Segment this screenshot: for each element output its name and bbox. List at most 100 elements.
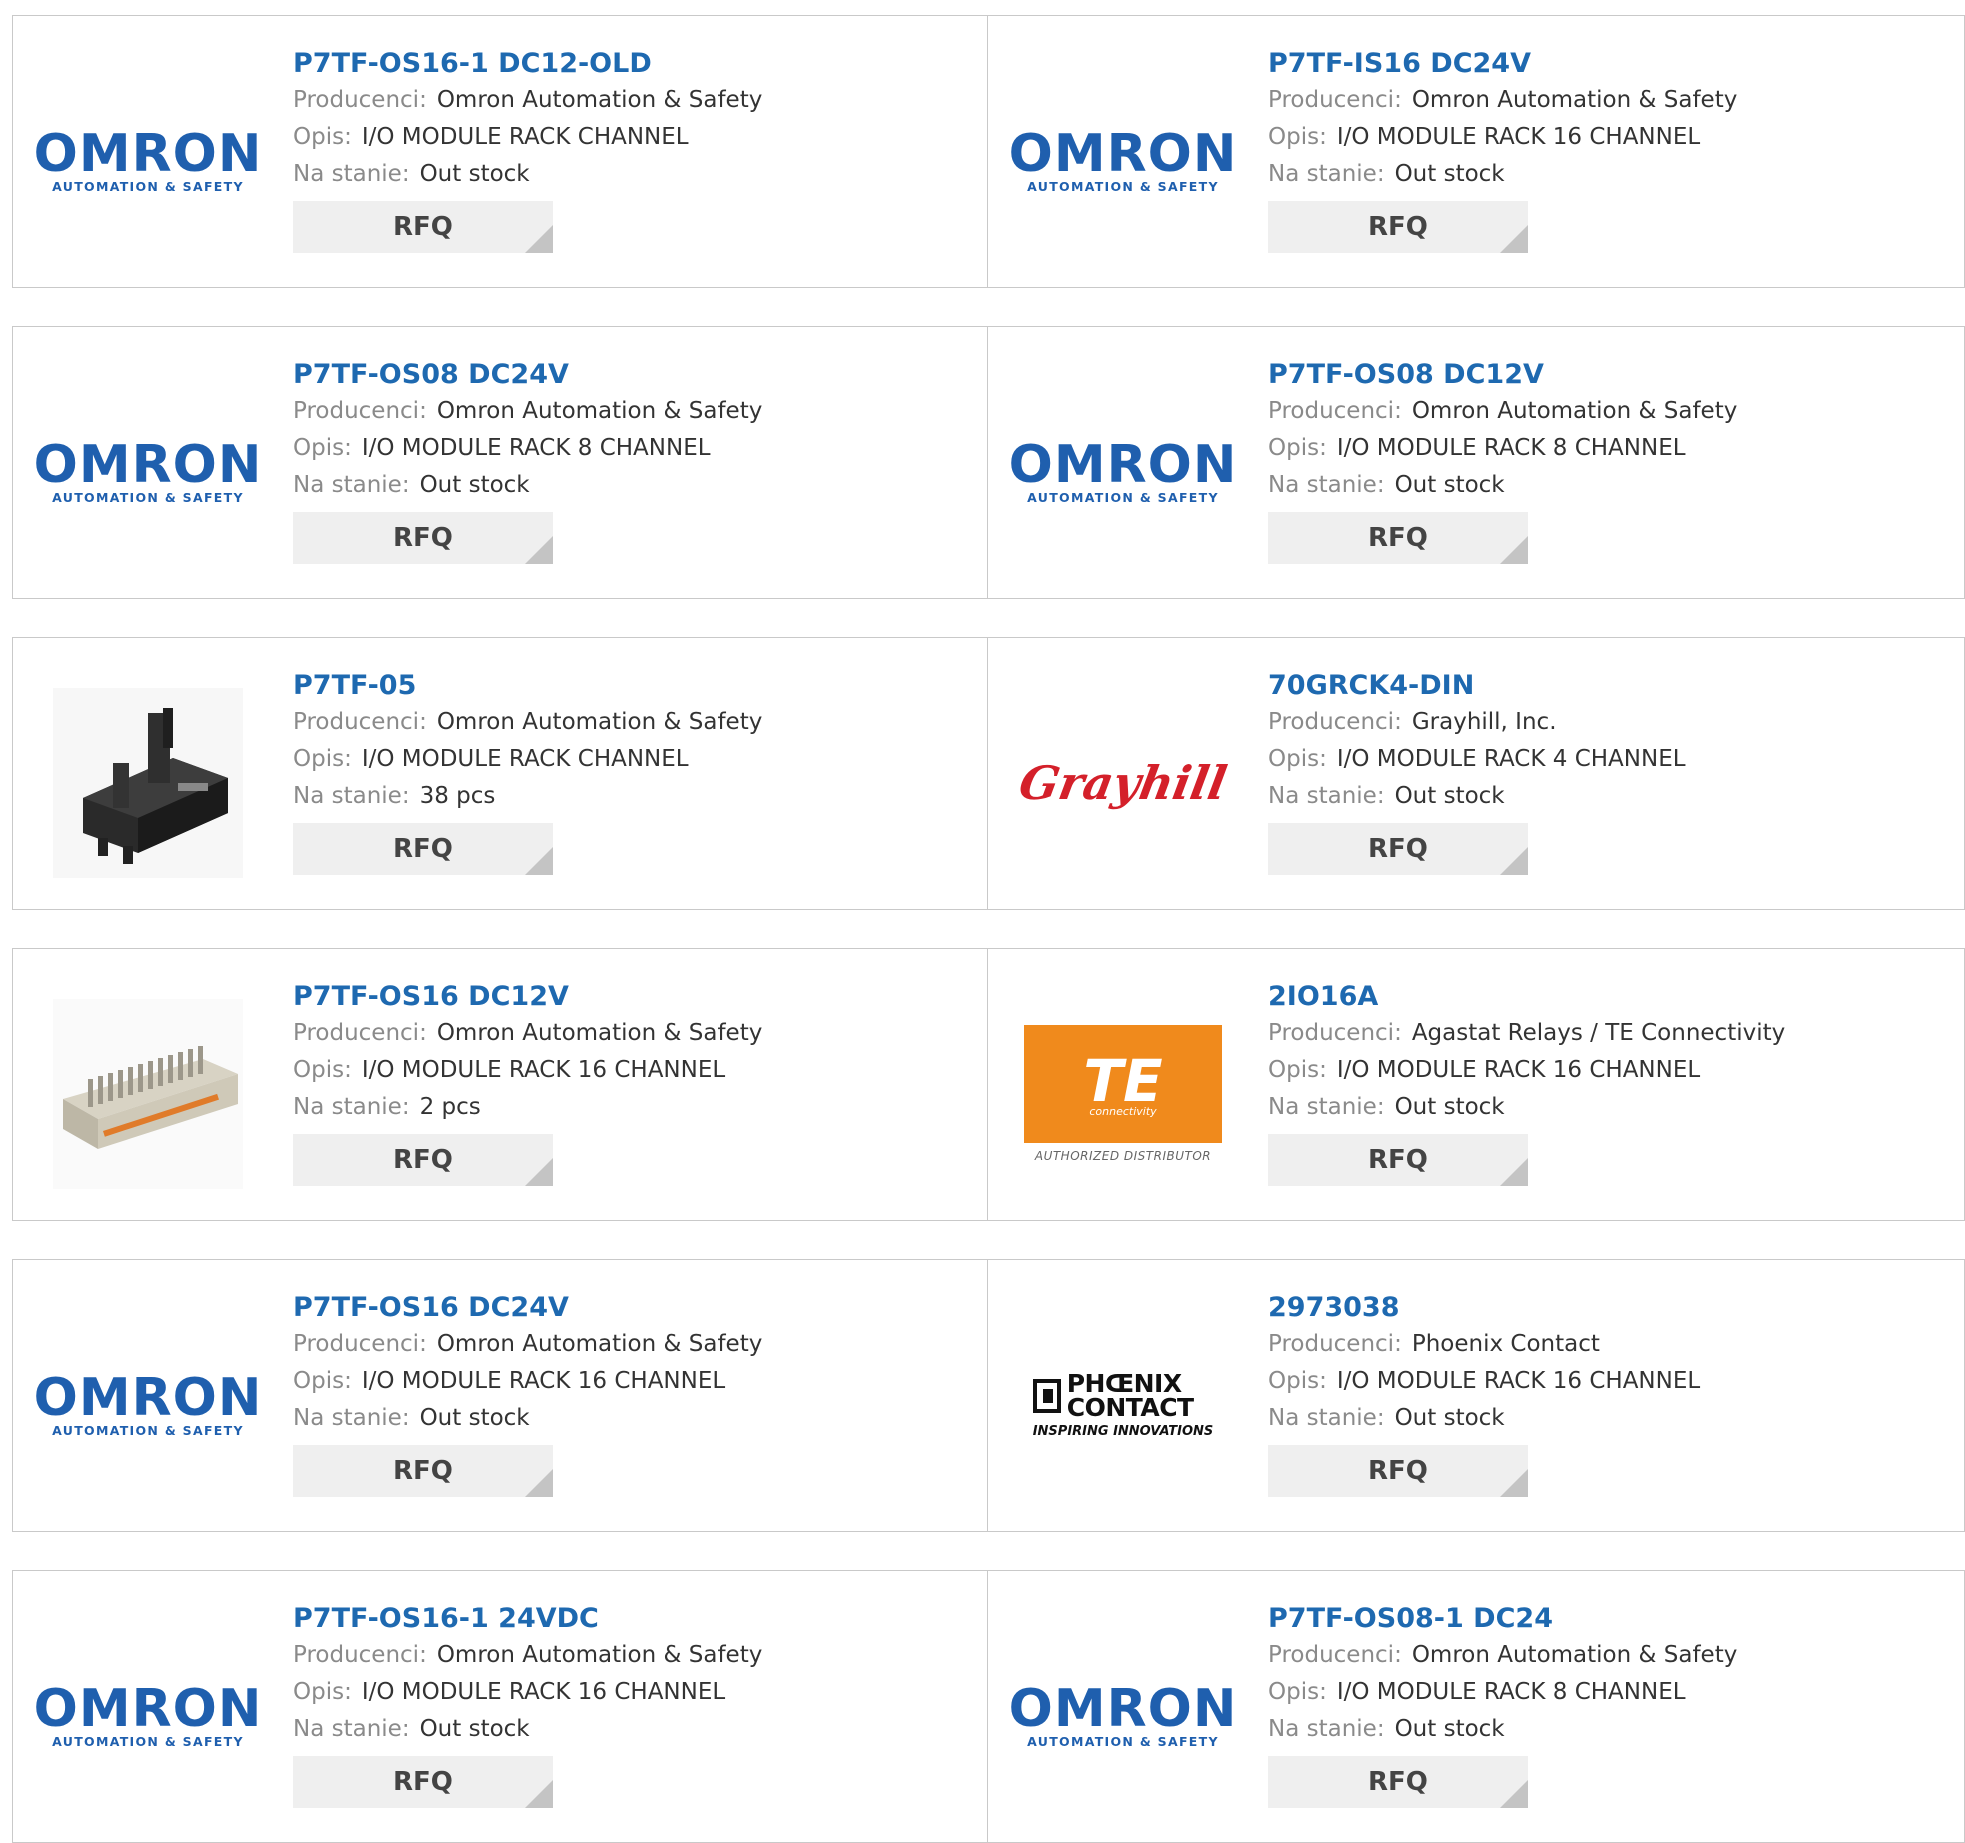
description-row: Opis: I/O MODULE RACK 16 CHANNEL	[1268, 119, 1944, 156]
stock-value: 2 pcs	[419, 1094, 481, 1120]
rfq-button-label: RFQ	[393, 1767, 453, 1797]
omron-logo-tagline: AUTOMATION & SAFETY	[52, 1733, 244, 1749]
manufacturer-label: Producenci:	[293, 709, 427, 735]
description-label: Opis:	[1268, 124, 1327, 150]
manufacturer-row: Producenci: Omron Automation & Safety	[1268, 1637, 1944, 1674]
manufacturer-value: Omron Automation & Safety	[1411, 1642, 1738, 1668]
product-image: OMRON AUTOMATION & SAFETY	[1009, 1616, 1237, 1816]
omron-logo: OMRON AUTOMATION & SAFETY	[1009, 439, 1238, 505]
product-card: OMRON AUTOMATION & SAFETY P7TF-OS16-1 DC…	[12, 15, 990, 288]
product-title-link[interactable]: P7TF-OS16 DC24V	[293, 1290, 969, 1326]
rfq-button-label: RFQ	[393, 212, 453, 242]
corner-triangle-icon	[1500, 1469, 1528, 1497]
rfq-button[interactable]: RFQ	[1268, 1756, 1528, 1808]
description-label: Opis:	[293, 1057, 352, 1083]
manufacturer-label: Producenci:	[293, 398, 427, 424]
corner-triangle-icon	[525, 1780, 553, 1808]
description-value: I/O MODULE RACK 16 CHANNEL	[361, 1057, 726, 1083]
description-label: Opis:	[293, 1368, 352, 1394]
description-value: I/O MODULE RACK CHANNEL	[361, 746, 689, 772]
rfq-button-label: RFQ	[1368, 212, 1428, 242]
product-title-link[interactable]: 2IO16A	[1268, 979, 1944, 1015]
product-title-link[interactable]: 70GRCK4-DIN	[1268, 668, 1944, 704]
description-value: I/O MODULE RACK 16 CHANNEL	[361, 1679, 726, 1705]
rfq-button[interactable]: RFQ	[293, 1756, 553, 1808]
product-title-link[interactable]: P7TF-OS16-1 DC12-OLD	[293, 46, 969, 82]
rfq-button[interactable]: RFQ	[293, 512, 553, 564]
product-card: OMRON AUTOMATION & SAFETY P7TF-OS16 DC24…	[12, 1259, 990, 1532]
omron-logo: OMRON AUTOMATION & SAFETY	[1008, 123, 1238, 194]
manufacturer-row: Producenci: Omron Automation & Safety	[293, 1637, 969, 1674]
rfq-button-label: RFQ	[393, 523, 453, 553]
product-title-link[interactable]: P7TF-05	[293, 668, 969, 704]
rfq-button[interactable]: RFQ	[293, 1445, 553, 1497]
rfq-button[interactable]: RFQ	[1268, 1134, 1528, 1186]
manufacturer-value: Phoenix Contact	[1411, 1331, 1600, 1357]
product-title-link[interactable]: 2973038	[1268, 1290, 1944, 1326]
description-row: Opis: I/O MODULE RACK 16 CHANNEL	[1268, 1052, 1944, 1089]
product-title-link[interactable]: P7TF-OS08-1 DC24	[1268, 1601, 1944, 1637]
manufacturer-label: Producenci:	[293, 1642, 427, 1668]
rfq-button[interactable]: RFQ	[1268, 1445, 1528, 1497]
rfq-button[interactable]: RFQ	[1268, 201, 1528, 253]
rfq-button[interactable]: RFQ	[1268, 823, 1528, 875]
stock-row: Na stanie: Out stock	[293, 1400, 969, 1437]
manufacturer-label: Producenci:	[1268, 709, 1402, 735]
description-label: Opis:	[293, 746, 352, 772]
phoenix-logo-line2: CONTACT	[1066, 1392, 1194, 1422]
omron-logo-tagline: AUTOMATION & SAFETY	[1027, 178, 1219, 194]
phoenix-mark-icon	[1032, 1378, 1061, 1413]
corner-triangle-icon	[525, 847, 553, 875]
rfq-button[interactable]: RFQ	[293, 201, 553, 253]
stock-label: Na stanie:	[1268, 1094, 1385, 1120]
stock-row: Na stanie: Out stock	[293, 156, 969, 193]
omron-logo-tagline: AUTOMATION & SAFETY	[52, 1422, 244, 1438]
omron-logo-tagline: AUTOMATION & SAFETY	[1027, 489, 1219, 505]
product-image: OMRON AUTOMATION & SAFETY	[1009, 372, 1237, 572]
product-title-link[interactable]: P7TF-OS08 DC12V	[1268, 357, 1944, 393]
rfq-button-label: RFQ	[1368, 523, 1428, 553]
product-title-link[interactable]: P7TF-OS08 DC24V	[293, 357, 969, 393]
io-rack-photo	[53, 999, 243, 1189]
omron-logo-word: OMRON	[1008, 123, 1238, 184]
product-title-link[interactable]: P7TF-IS16 DC24V	[1268, 46, 1944, 82]
manufacturer-label: Producenci:	[293, 87, 427, 113]
product-image: PHŒNIX CONTACT INSPIRING INNOVATIONS	[1023, 1305, 1223, 1505]
stock-row: Na stanie: Out stock	[293, 1711, 969, 1748]
description-label: Opis:	[293, 435, 352, 461]
stock-value: Out stock	[1394, 1716, 1505, 1742]
description-row: Opis: I/O MODULE RACK 16 CHANNEL	[293, 1363, 969, 1400]
manufacturer-value: Omron Automation & Safety	[436, 709, 763, 735]
manufacturer-row: Producenci: Agastat Relays / TE Connectiv…	[1268, 1015, 1944, 1052]
omron-logo: OMRON AUTOMATION & SAFETY	[34, 128, 263, 194]
description-row: Opis: I/O MODULE RACK 8 CHANNEL	[1268, 1674, 1944, 1711]
corner-triangle-icon	[525, 225, 553, 253]
description-label: Opis:	[1268, 746, 1327, 772]
description-value: I/O MODULE RACK 8 CHANNEL	[1336, 1679, 1686, 1705]
manufacturer-value: Omron Automation & Safety	[436, 87, 763, 113]
description-label: Opis:	[1268, 1368, 1327, 1394]
description-label: Opis:	[293, 1679, 352, 1705]
product-image: OMRON AUTOMATION & SAFETY	[1009, 61, 1237, 261]
stock-label: Na stanie:	[1268, 1716, 1385, 1742]
te-logo-caption: AUTHORIZED DISTRIBUTOR	[1034, 1149, 1212, 1163]
stock-label: Na stanie:	[1268, 783, 1385, 809]
product-title-link[interactable]: P7TF-OS16-1 24VDC	[293, 1601, 969, 1637]
description-row: Opis: I/O MODULE RACK CHANNEL	[293, 119, 969, 156]
omron-logo-tagline: AUTOMATION & SAFETY	[52, 178, 244, 194]
rfq-button[interactable]: RFQ	[293, 1134, 553, 1186]
manufacturer-row: Producenci: Omron Automation & Safety	[293, 704, 969, 741]
phoenix-logo-caption: INSPIRING INNOVATIONS	[1032, 1423, 1214, 1439]
rfq-button-label: RFQ	[1368, 834, 1428, 864]
manufacturer-label: Producenci:	[1268, 1642, 1402, 1668]
manufacturer-value: Agastat Relays / TE Connectivity	[1411, 1020, 1786, 1046]
description-row: Opis: I/O MODULE RACK 16 CHANNEL	[293, 1052, 969, 1089]
corner-triangle-icon	[1500, 1158, 1528, 1186]
product-title-link[interactable]: P7TF-OS16 DC12V	[293, 979, 969, 1015]
stock-value: Out stock	[1394, 472, 1505, 498]
product-image	[48, 683, 248, 883]
rfq-button[interactable]: RFQ	[1268, 512, 1528, 564]
stock-label: Na stanie:	[293, 1094, 410, 1120]
rfq-button[interactable]: RFQ	[293, 823, 553, 875]
omron-logo: OMRON AUTOMATION & SAFETY	[34, 1372, 263, 1438]
